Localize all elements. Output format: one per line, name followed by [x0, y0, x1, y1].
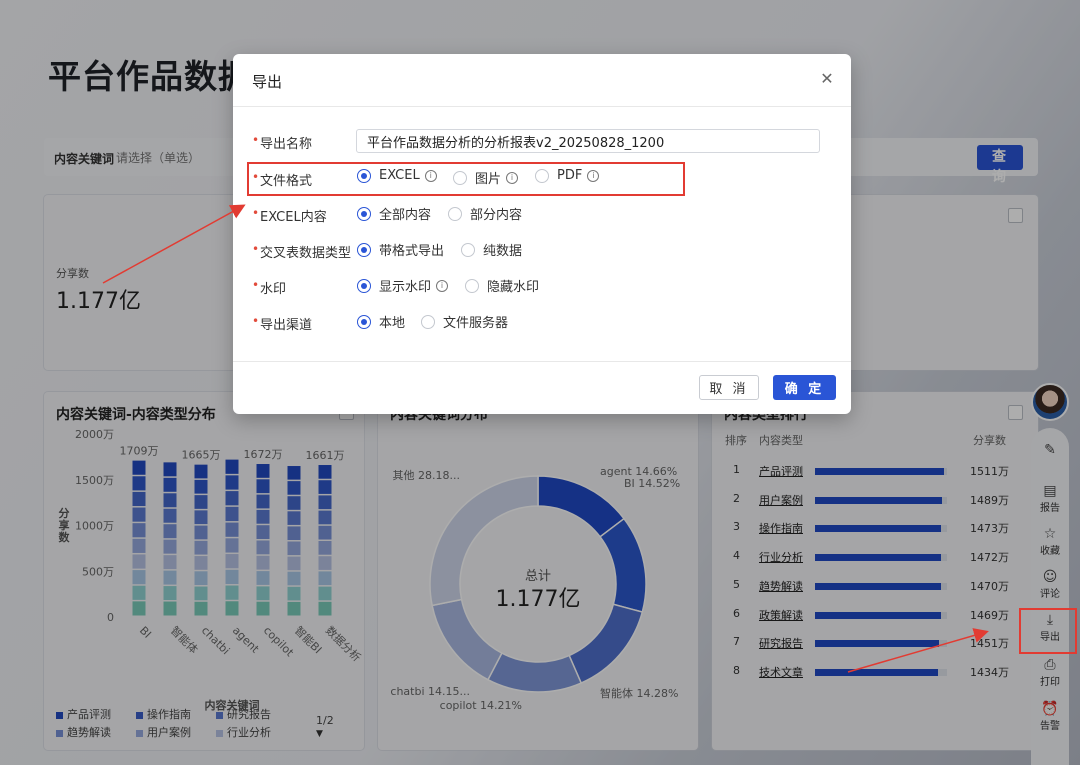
excel-option-part[interactable]: 部分内容: [448, 204, 522, 223]
export-name-input[interactable]: [356, 129, 820, 153]
dialog-footer-divider: [233, 361, 851, 362]
close-icon[interactable]: ✕: [817, 69, 837, 89]
watermark-option-hide[interactable]: 隐藏水印: [465, 276, 539, 295]
dialog-header-divider: [233, 106, 851, 107]
watermark-label: 水印: [260, 282, 287, 297]
cross-option-format[interactable]: 带格式导出: [357, 240, 444, 259]
excel-option-all[interactable]: 全部内容: [357, 204, 431, 223]
cancel-button[interactable]: 取 消: [699, 375, 759, 400]
cross-option-raw[interactable]: 纯数据: [461, 240, 522, 259]
channel-option-local[interactable]: 本地: [357, 312, 405, 331]
confirm-button[interactable]: 确 定: [773, 375, 836, 400]
excel-label: EXCEL内容: [260, 210, 327, 225]
form-row-watermark: • 水印 显示水印 i 隐藏水印: [252, 276, 540, 297]
form-row-channel: • 导出渠道 本地 文件服务器: [252, 312, 509, 333]
name-label: 导出名称: [260, 137, 313, 152]
annotation-export-highlight: [1019, 608, 1077, 654]
channel-label: 导出渠道: [260, 318, 313, 333]
watermark-option-show[interactable]: 显示水印 i: [357, 276, 449, 295]
annotation-format-highlight: [247, 162, 685, 196]
dialog-title: 导出: [252, 73, 283, 91]
info-icon: i: [436, 279, 449, 292]
form-row-excel: • EXCEL内容 全部内容 部分内容: [252, 204, 523, 225]
form-row-name: • 导出名称: [233, 129, 851, 155]
export-dialog: 导出 ✕ • 导出名称 • 文件格式 EXCELi 图片i PDFi • EXC…: [233, 54, 851, 414]
cross-label: 交叉表数据类型: [260, 246, 352, 261]
form-row-cross: • 交叉表数据类型 带格式导出 纯数据: [252, 240, 523, 261]
channel-option-server[interactable]: 文件服务器: [421, 312, 508, 331]
